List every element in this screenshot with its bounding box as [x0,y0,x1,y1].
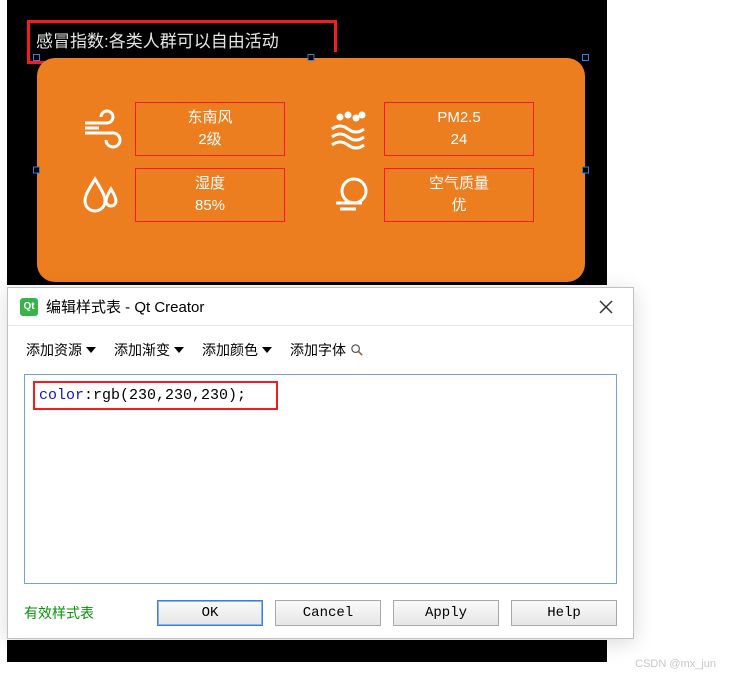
weather-panel[interactable]: 东南风 2级 PM2.5 [37,58,585,282]
weather-value-box[interactable]: PM2.5 24 [384,102,534,156]
weather-label: PM2.5 [437,107,480,130]
weather-label: 东南风 [187,107,232,130]
ok-button[interactable]: OK [157,600,263,626]
stylesheet-editor[interactable]: color:rgb(230,230,230); [24,374,617,584]
add-color-menu[interactable]: 添加颜色 [202,340,272,360]
add-font-button[interactable]: 添加字体 [290,340,365,360]
cancel-button[interactable]: Cancel [275,600,381,626]
dialog-title: 编辑样式表 - Qt Creator [46,296,591,317]
design-canvas: 感冒指数:各类人群可以自由活动 东南风 2级 [7,0,607,285]
weather-grid: 东南风 2级 PM2.5 [37,58,585,242]
weather-cell-air: 空气质量 优 [326,168,545,222]
stylesheet-dialog: Qt 编辑样式表 - Qt Creator 添加资源 添加渐变 添加颜色 添加字… [7,287,634,639]
wind-icon [77,105,125,153]
weather-value-box[interactable]: 东南风 2级 [135,102,285,156]
help-button[interactable]: Help [511,600,617,626]
resize-handle[interactable] [33,54,40,61]
humidity-icon [77,171,125,219]
weather-value: 24 [451,129,468,152]
toolbar: 添加资源 添加渐变 添加颜色 添加字体 [8,326,633,370]
weather-label: 空气质量 [429,173,489,196]
weather-label: 湿度 [195,173,225,196]
pm25-icon [326,105,374,153]
add-resource-menu[interactable]: 添加资源 [26,340,96,360]
css-keyword: color [39,387,84,404]
cold-index-label[interactable]: 感冒指数:各类人群可以自由活动 [27,20,337,52]
weather-value-box[interactable]: 湿度 85% [135,168,285,222]
close-icon [599,300,613,314]
weather-cell-wind: 东南风 2级 [77,102,296,156]
weather-cell-humidity: 湿度 85% [77,168,296,222]
weather-value: 优 [451,195,466,218]
chevron-down-icon [86,347,96,353]
code-highlight: color:rgb(230,230,230); [33,381,278,410]
qt-icon: Qt [20,298,38,316]
search-icon [350,343,365,358]
toolbar-label: 添加资源 [26,340,82,360]
resize-handle[interactable] [308,54,315,61]
chevron-down-icon [174,347,184,353]
add-gradient-menu[interactable]: 添加渐变 [114,340,184,360]
resize-handle[interactable] [582,54,589,61]
weather-value-box[interactable]: 空气质量 优 [384,168,534,222]
resize-handle[interactable] [582,167,589,174]
titlebar[interactable]: Qt 编辑样式表 - Qt Creator [8,288,633,326]
toolbar-label: 添加渐变 [114,340,170,360]
css-rest: :rgb(230,230,230); [84,387,246,404]
air-quality-icon [326,171,374,219]
apply-button[interactable]: Apply [393,600,499,626]
design-canvas [7,640,607,662]
weather-value: 2级 [198,129,221,152]
weather-value: 85% [195,195,225,218]
valid-stylesheet-label: 有效样式表 [24,603,94,623]
close-button[interactable] [591,292,621,322]
resize-handle[interactable] [33,167,40,174]
weather-cell-pm25: PM2.5 24 [326,102,545,156]
chevron-down-icon [262,347,272,353]
toolbar-label: 添加字体 [290,340,346,360]
dialog-footer: 有效样式表 OK Cancel Apply Help [8,592,633,638]
watermark: CSDN @mx_jun [635,658,716,670]
toolbar-label: 添加颜色 [202,340,258,360]
